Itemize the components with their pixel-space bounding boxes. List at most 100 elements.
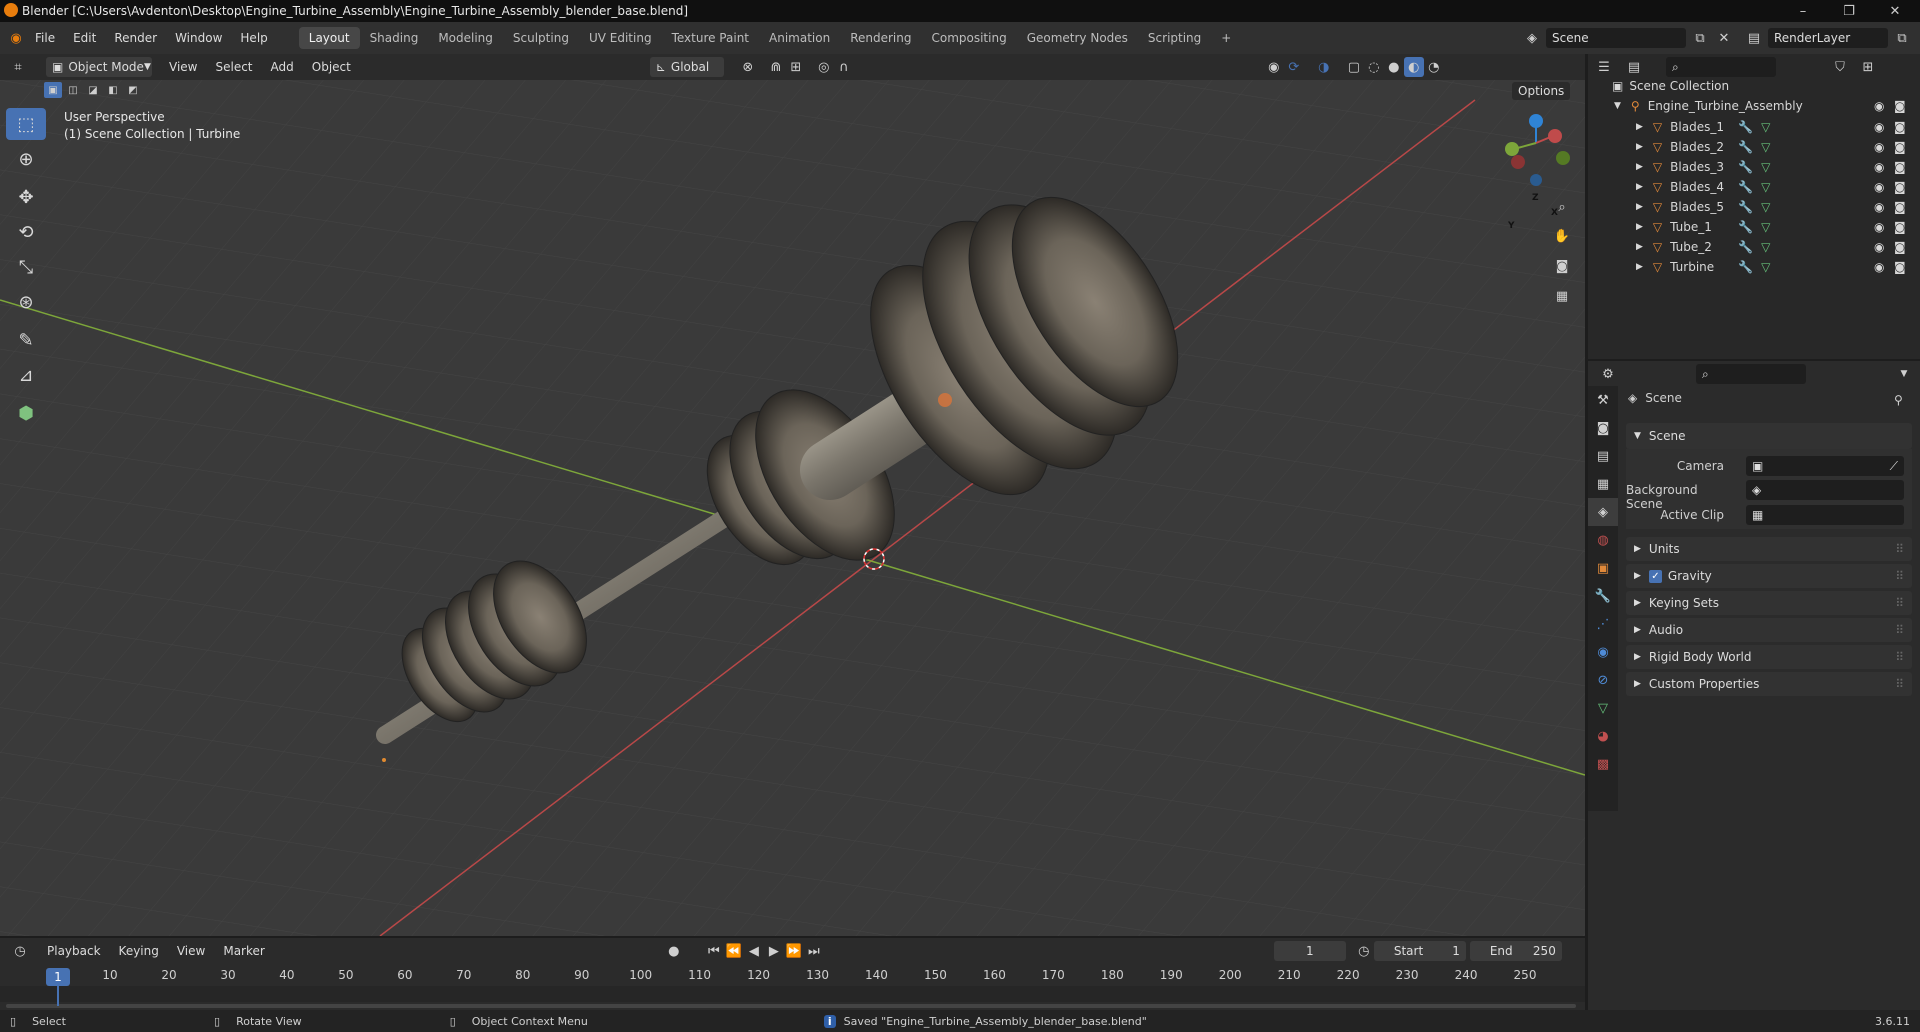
mesh-data-icon[interactable]: ▽ — [1761, 180, 1770, 194]
rotate-tool-icon[interactable]: ⟲ — [6, 216, 46, 248]
rendered-shading-icon[interactable]: ◔ — [1424, 57, 1444, 77]
data-tab-icon[interactable]: ▽ — [1588, 694, 1618, 722]
material-shading-icon[interactable]: ◐ — [1403, 57, 1424, 77]
3d-viewport[interactable]: Z X Y User Perspective (1) Scene Collect… — [0, 80, 1585, 936]
mesh-data-icon[interactable]: ▽ — [1761, 240, 1770, 254]
properties-section[interactable]: ▶ Audio ⠿ — [1626, 618, 1912, 642]
drag-handle-icon[interactable]: ⠿ — [1895, 596, 1904, 610]
gizmo-neg-x[interactable] — [1511, 155, 1525, 169]
outliner-object-row[interactable]: ▶ ▽ Blades_3 🔧 ▽ ◉ ◙ — [1588, 157, 1920, 177]
renderlayer-selector[interactable]: RenderLayer — [1768, 28, 1888, 48]
zoom-icon[interactable]: ⌕ — [1552, 197, 1572, 217]
xray-icon[interactable]: ▢ — [1344, 57, 1364, 77]
current-frame-field[interactable]: 1 — [1273, 941, 1346, 961]
modifier-icon[interactable]: 🔧 — [1738, 160, 1753, 174]
modifier-tab-icon[interactable]: 🔧 — [1588, 582, 1618, 610]
render-camera-icon[interactable]: ◙ — [1894, 180, 1906, 194]
preview-range-icon[interactable]: ◷ — [1354, 941, 1374, 961]
playhead-frame-badge[interactable]: 1 — [46, 968, 70, 986]
render-tab-icon[interactable]: ◙ — [1588, 414, 1618, 442]
measure-tool-icon[interactable]: ⊿ — [6, 359, 46, 391]
expand-arrow-icon[interactable]: ▶ — [1636, 222, 1643, 232]
select-invert-icon[interactable]: ◧ — [104, 82, 122, 98]
eye-icon[interactable]: ◉ — [1874, 99, 1884, 113]
tab-rendering[interactable]: Rendering — [840, 27, 921, 49]
filter-icon[interactable]: ⛉ — [1830, 57, 1850, 77]
outliner-scene-collection[interactable]: ▣ Scene Collection — [1588, 76, 1920, 96]
mesh-data-icon[interactable]: ▽ — [1761, 260, 1770, 274]
tab-geometry-nodes[interactable]: Geometry Nodes — [1017, 27, 1138, 49]
proportional-edit-icon[interactable]: ◎ — [814, 57, 834, 77]
properties-section[interactable]: ▶ Keying Sets ⠿ — [1626, 591, 1912, 615]
gravity-checkbox[interactable]: ✓ — [1648, 569, 1662, 583]
view-layer-tab-icon[interactable]: ▦ — [1588, 470, 1618, 498]
modifier-icon[interactable]: 🔧 — [1738, 140, 1753, 154]
render-camera-icon[interactable]: ◙ — [1894, 240, 1906, 254]
mode-dropdown[interactable]: ▣ Object Mode ▼ — [46, 57, 152, 77]
material-tab-icon[interactable]: ◕ — [1588, 722, 1618, 750]
constraints-tab-icon[interactable]: ⊘ — [1588, 666, 1618, 694]
select-intersect-icon[interactable]: ◩ — [124, 82, 142, 98]
select-extend-icon[interactable]: ◫ — [64, 82, 82, 98]
overlay-toggle-icon[interactable]: ◑ — [1314, 57, 1334, 77]
expand-arrow-icon[interactable]: ▶ — [1636, 142, 1643, 152]
drag-handle-icon[interactable]: ⠿ — [1895, 569, 1904, 583]
play-icon[interactable]: ▶ — [764, 941, 784, 961]
viewport-menu-add[interactable]: Add — [262, 60, 303, 74]
menu-edit[interactable]: Edit — [64, 31, 105, 45]
blender-menu-icon[interactable]: ◉ — [6, 28, 26, 48]
new-renderlayer-icon[interactable]: ⧉ — [1892, 28, 1912, 48]
timeline-menu-view[interactable]: View — [168, 944, 214, 958]
expand-arrow-icon[interactable]: ▶ — [1636, 122, 1643, 132]
tab-texture-paint[interactable]: Texture Paint — [662, 27, 759, 49]
tool-tab-icon[interactable]: ⚒ — [1588, 386, 1618, 414]
tab-shading[interactable]: Shading — [360, 27, 429, 49]
world-tab-icon[interactable]: ◍ — [1588, 526, 1618, 554]
mesh-data-icon[interactable]: ▽ — [1761, 200, 1770, 214]
texture-tab-icon[interactable]: ▩ — [1588, 750, 1618, 778]
properties-section[interactable]: ▶ Custom Properties ⠿ — [1626, 672, 1912, 696]
render-camera-icon[interactable]: ◙ — [1894, 140, 1906, 154]
modifier-icon[interactable]: 🔧 — [1738, 220, 1753, 234]
modifier-icon[interactable]: 🔧 — [1738, 120, 1753, 134]
timeline-track[interactable] — [0, 986, 1585, 1002]
pin-icon[interactable]: ⚲ — [1894, 393, 1903, 407]
menu-file[interactable]: File — [26, 31, 64, 45]
render-camera-icon[interactable]: ◙ — [1894, 99, 1906, 113]
outliner-object-row[interactable]: ▶ ▽ Blades_2 🔧 ▽ ◉ ◙ — [1588, 137, 1920, 157]
prev-keyframe-icon[interactable]: ⏪ — [724, 941, 744, 961]
eye-icon[interactable]: ◉ — [1874, 160, 1884, 174]
outliner-collection-row[interactable]: ▼ ⚲ Engine_Turbine_Assembly ◉ ◙ — [1588, 96, 1920, 116]
jump-start-icon[interactable]: ⏮ — [704, 941, 724, 961]
mesh-data-icon[interactable]: ▽ — [1761, 160, 1770, 174]
drag-handle-icon[interactable]: ⠿ — [1895, 623, 1904, 637]
pan-hand-icon[interactable]: ✋ — [1552, 226, 1572, 246]
select-new-icon[interactable]: ▣ — [44, 82, 62, 98]
outliner-object-row[interactable]: ▶ ▽ Turbine 🔧 ▽ ◉ ◙ — [1588, 257, 1920, 277]
outliner-object-row[interactable]: ▶ ▽ Tube_2 🔧 ▽ ◉ ◙ — [1588, 237, 1920, 257]
drag-handle-icon[interactable]: ⠿ — [1895, 677, 1904, 691]
annotate-tool-icon[interactable]: ✎ — [6, 324, 46, 356]
eye-icon[interactable]: ◉ — [1874, 200, 1884, 214]
viewport-menu-select[interactable]: Select — [206, 60, 261, 74]
tab-layout[interactable]: Layout — [298, 27, 360, 49]
properties-section[interactable]: ▶ Units ⠿ — [1626, 537, 1912, 561]
outliner-editor-icon[interactable]: ☰ — [1594, 57, 1614, 77]
gizmo-y[interactable] — [1505, 142, 1519, 156]
gizmo-neg-z[interactable] — [1530, 174, 1542, 186]
jump-end-icon[interactable]: ⏭ — [804, 941, 824, 961]
timeline-editor-icon[interactable]: ◷ — [10, 941, 30, 961]
timeline-menu-marker[interactable]: Marker — [214, 944, 273, 958]
eye-icon[interactable]: ◉ — [1874, 240, 1884, 254]
delete-scene-icon[interactable]: ✕ — [1714, 28, 1734, 48]
tab-scripting[interactable]: Scripting — [1138, 27, 1211, 49]
wireframe-shading-icon[interactable]: ◌ — [1364, 57, 1384, 77]
drag-handle-icon[interactable]: ⠿ — [1895, 542, 1904, 556]
physics-tab-icon[interactable]: ◉ — [1588, 638, 1618, 666]
snap-icon[interactable]: ⋒ — [766, 57, 786, 77]
pivot-icon[interactable]: ⊗ — [738, 57, 758, 77]
camera-field[interactable]: ▣ ⟋ — [1746, 456, 1904, 476]
outliner-search-input[interactable]: ⌕ — [1666, 57, 1776, 77]
viewport-menu-view[interactable]: View — [160, 60, 206, 74]
render-camera-icon[interactable]: ◙ — [1894, 260, 1906, 274]
